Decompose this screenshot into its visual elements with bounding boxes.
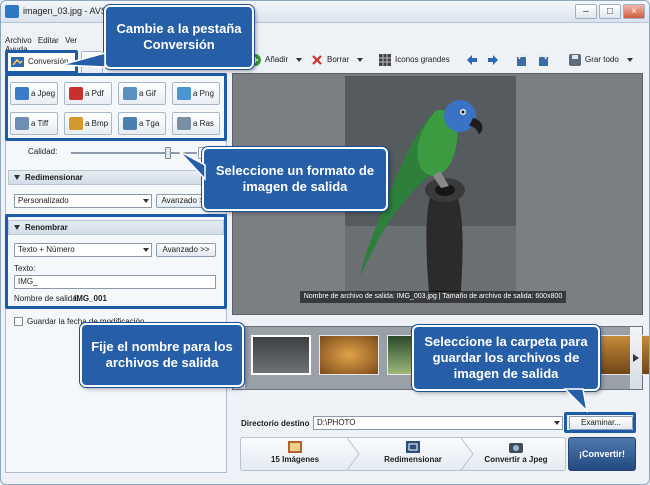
- step-separator: [460, 438, 474, 470]
- step-separator: [346, 438, 360, 470]
- step-convert-to-label: Convertir a Jpeg: [484, 455, 548, 464]
- add-button[interactable]: Añadir: [249, 53, 303, 67]
- quality-slider-knob[interactable]: [164, 147, 171, 159]
- camera-icon: [509, 443, 523, 453]
- preview-caption: Nombre de archivo de salida: IMG_003.jpg…: [300, 291, 566, 303]
- add-label: Añadir: [265, 55, 289, 64]
- menu-editar[interactable]: Editar: [38, 36, 59, 45]
- resize-preset-select[interactable]: Personalizado: [14, 194, 152, 208]
- chevron-down-icon: [554, 421, 560, 425]
- quality-label: Calidad:: [28, 147, 58, 156]
- images-icon: [288, 441, 302, 453]
- title-bar: imagen_03.jpg - AVS Im – □ ×: [1, 1, 649, 23]
- filmstrip-scroll-right[interactable]: [630, 327, 642, 389]
- thumbnail-selected[interactable]: [251, 335, 311, 375]
- maximize-button[interactable]: □: [599, 4, 621, 19]
- destination-path-value: D:\PHOTO: [317, 418, 356, 427]
- resize-icon: [406, 441, 420, 453]
- close-button[interactable]: ×: [623, 4, 645, 19]
- callout-rename: Fije el nombre para los archivos de sali…: [80, 323, 244, 387]
- menu-ver[interactable]: Ver: [65, 36, 77, 45]
- callout-pointer: [563, 388, 589, 414]
- thumbnail[interactable]: [319, 335, 379, 375]
- menu-bar: Archivo Editar Ver Ayuda: [1, 36, 101, 54]
- delete-icon: [312, 55, 322, 65]
- arrow-right-icon: [488, 55, 498, 65]
- destination-path-select[interactable]: D:\PHOTO: [313, 416, 563, 430]
- grid-icon: [379, 54, 391, 66]
- callout-pointer: [178, 150, 206, 181]
- save-all-button[interactable]: Grar todo: [569, 53, 633, 67]
- callout-folder: Seleccione la carpeta para guardar los a…: [412, 325, 600, 391]
- toolbar: Añadir Borrar Iconos grandes Grar todo: [231, 50, 645, 72]
- step-convert-to[interactable]: Convertir a Jpeg: [467, 438, 565, 470]
- chevron-down-icon: [357, 57, 364, 62]
- save-icon: [569, 54, 581, 66]
- chevron-down-icon: [296, 57, 303, 62]
- callout-format: Seleccione un formato de imagen de salid…: [202, 147, 388, 211]
- minimize-button[interactable]: –: [575, 4, 597, 19]
- conversion-steps: 15 Imágenes Redimensionar Convertir a Jp…: [240, 437, 566, 471]
- highlight-browse: [564, 412, 636, 433]
- step-resize[interactable]: Redimensionar: [359, 438, 467, 470]
- callout-tab: Cambie a la pestaña Conversión: [104, 5, 254, 69]
- chevron-down-icon: [143, 199, 149, 203]
- step-images[interactable]: 15 Imágenes: [241, 438, 349, 470]
- delete-label: Borrar: [327, 55, 350, 64]
- step-resize-label: Redimensionar: [384, 455, 442, 464]
- step-images-label: 15 Imágenes: [270, 455, 320, 464]
- rotate-right-icon: [538, 54, 548, 66]
- arrow-left-icon: [467, 55, 477, 65]
- app-icon: [5, 5, 19, 18]
- highlight-rename: [5, 214, 227, 309]
- convert-button[interactable]: ¡Convertir!: [568, 437, 636, 471]
- destination-label: Directorio destino: [241, 419, 310, 428]
- app-window: imagen_03.jpg - AVS Im – □ × Archivo Edi…: [0, 0, 650, 485]
- save-all-label: Grar todo: [585, 55, 619, 64]
- resize-header-label: Redimensionar: [25, 173, 83, 182]
- large-icons-label: Iconos grandes: [395, 55, 450, 64]
- large-icons-button[interactable]: Iconos grandes: [379, 53, 450, 67]
- save-date-checkbox[interactable]: [14, 317, 23, 326]
- callout-pointer: [60, 52, 106, 68]
- chevron-down-icon: [626, 57, 633, 62]
- highlight-formats: [5, 73, 227, 141]
- delete-button[interactable]: Borrar: [311, 53, 364, 67]
- menu-archivo[interactable]: Archivo: [5, 36, 32, 45]
- collapse-icon: [14, 175, 20, 180]
- chevron-right-icon: [633, 354, 639, 362]
- resize-preset-value: Personalizado: [18, 196, 69, 205]
- rotate-left-icon: [517, 54, 527, 66]
